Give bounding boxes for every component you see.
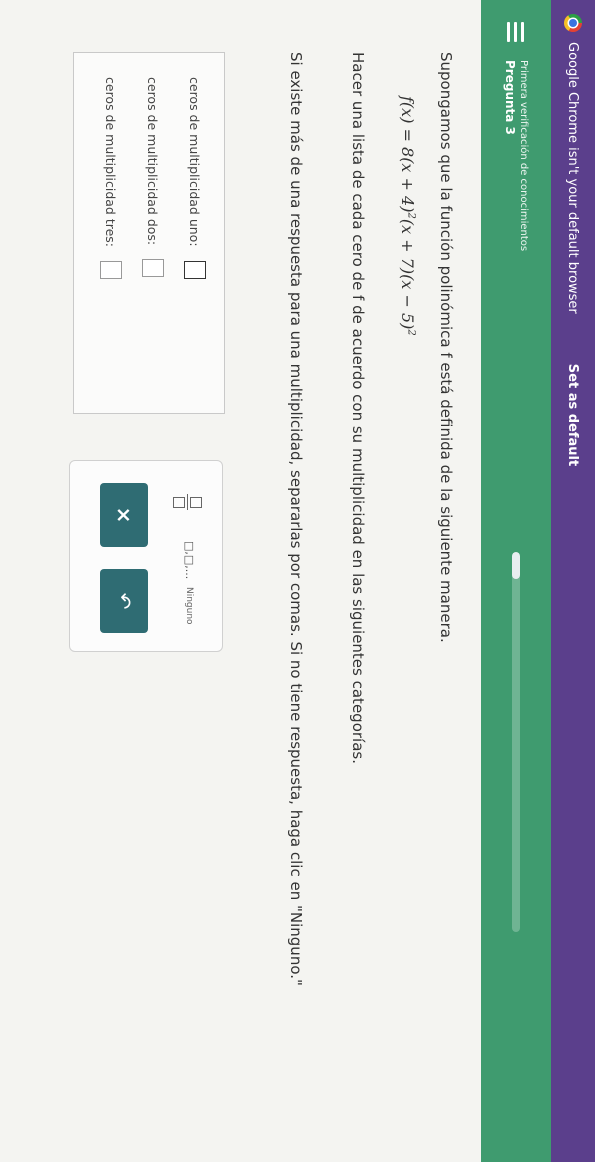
fraction-tool-button[interactable] (173, 491, 202, 513)
close-icon: × (112, 506, 136, 524)
question-instruction: Hacer una lista de cada cero de f de acu… (349, 52, 367, 764)
hamburger-menu-icon[interactable] (504, 22, 529, 42)
answer-box: ceros de multiplicidad uno: ceros de mul… (73, 52, 225, 414)
quiz-header: Primera verificación de conocimientos Pr… (481, 0, 551, 1162)
formula-lhs: f(x) = 8 (398, 96, 417, 158)
question-number: Pregunta 3 (503, 60, 518, 135)
none-button[interactable]: Ninguno (184, 587, 194, 625)
fraction-denominator-icon (173, 496, 185, 508)
answer-row: ceros de multiplicidad tres: (100, 77, 122, 280)
undo-button[interactable]: ↶ (100, 569, 148, 633)
set-default-button[interactable]: Set as default (566, 364, 581, 466)
question-note: Si existe más de una respuesta para una … (287, 52, 305, 986)
chrome-default-browser-bar: Google Chrome isn't your default browser… (551, 0, 595, 1162)
undo-icon: ↶ (112, 592, 136, 610)
clear-button[interactable]: × (100, 483, 148, 547)
answer-row: ceros de multiplicidad uno: (184, 77, 206, 279)
multiplicity-one-input[interactable] (184, 260, 206, 279)
answer-label: ceros de multiplicidad tres: (103, 77, 119, 248)
multiplicity-two-input[interactable] (142, 259, 164, 278)
formula-factor-3: (x − 5) (398, 274, 417, 330)
math-tool-panel: □,□,... Ninguno × ↶ (69, 460, 223, 652)
list-tool-button[interactable]: □,□,... (183, 541, 196, 579)
answer-label: ceros de multiplicidad uno: (187, 77, 203, 247)
header-text: Primera verificación de conocimientos Pr… (503, 60, 529, 251)
progress-bar-fill (512, 552, 520, 579)
answer-label: ceros de multiplicidad dos: (145, 77, 161, 246)
answer-row: ceros de multiplicidad dos: (142, 77, 164, 278)
polynomial-formula: f(x) = 8(x + 4)2(x + 7)(x − 5)2 (398, 96, 417, 336)
progress-bar (512, 552, 520, 932)
formula-factor-1: (x + 4) (398, 157, 417, 213)
fraction-bar-icon (187, 494, 188, 510)
screen: Google Chrome isn't your default browser… (0, 0, 595, 1162)
formula-exponent-3: 2 (405, 329, 417, 336)
chrome-logo-icon (564, 14, 582, 32)
fraction-numerator-icon (190, 496, 202, 508)
formula-factor-2: (x + 7) (398, 218, 417, 275)
question-intro: Supongamos que la función polinómica f e… (437, 52, 455, 643)
chrome-bar-message: Google Chrome isn't your default browser (565, 42, 581, 314)
header-subtitle: Primera verificación de conocimientos (518, 60, 530, 252)
multiplicity-three-input[interactable] (100, 261, 122, 280)
